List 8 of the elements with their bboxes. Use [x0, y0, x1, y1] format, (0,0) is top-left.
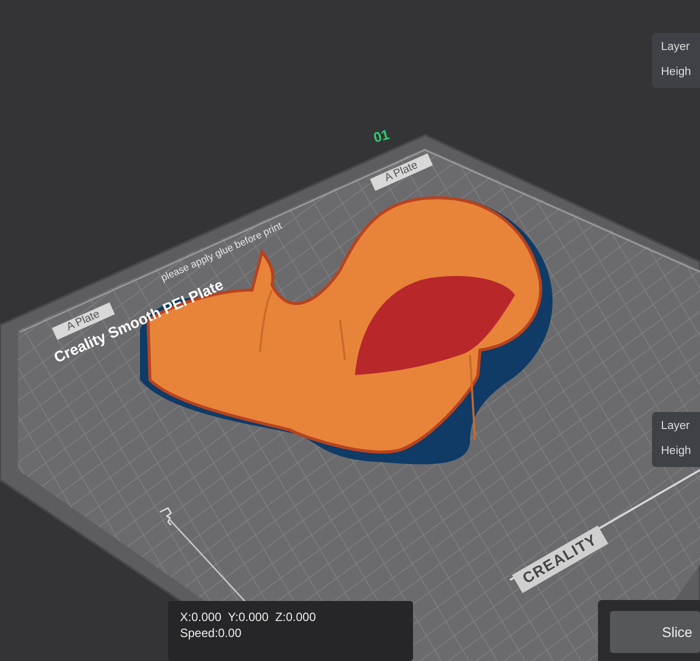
position-readout: X:0.000 Y:0.000 Z:0.000 — [180, 609, 317, 626]
speed-readout: Speed:0.00 — [180, 625, 242, 642]
plate-number: 01 — [372, 126, 391, 145]
info-label: Heigh — [661, 65, 692, 80]
info-label: Heigh — [661, 444, 692, 460]
slice-button[interactable]: Slice — [610, 611, 700, 653]
info-label: Layer — [661, 419, 691, 434]
info-label: Layer — [661, 40, 691, 55]
